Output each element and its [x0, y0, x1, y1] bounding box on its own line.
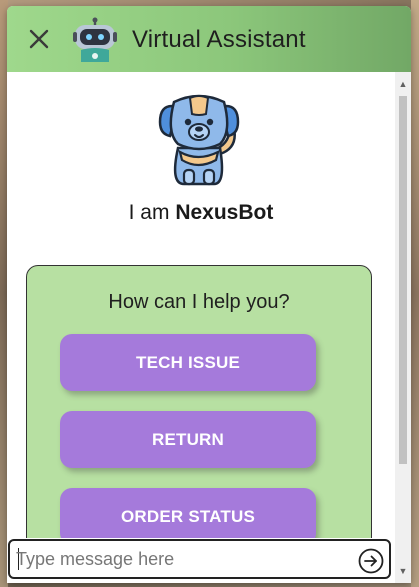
chat-header: Virtual Assistant: [7, 6, 411, 72]
scroll-up-arrow-icon[interactable]: ▲: [395, 76, 411, 92]
order-status-button[interactable]: ORDER STATUS: [60, 488, 316, 538]
robot-avatar-icon: [73, 17, 117, 62]
return-button[interactable]: RETURN: [60, 411, 316, 468]
chat-widget: Virtual Assistant I am NexusBot How can …: [7, 6, 411, 583]
intro-prefix: I am: [128, 201, 176, 224]
scroll-down-arrow-icon[interactable]: ▼: [395, 563, 411, 579]
close-icon[interactable]: [25, 25, 53, 53]
bot-name: NexusBot: [175, 201, 274, 224]
dog-mascot-icon: [158, 94, 240, 186]
scrollbar-thumb[interactable]: [399, 96, 407, 464]
chat-content: I am NexusBot How can I help you? TECH I…: [7, 72, 395, 538]
send-arrow-icon[interactable]: [358, 548, 384, 574]
message-input[interactable]: [16, 546, 346, 572]
chat-title: Virtual Assistant: [132, 26, 306, 53]
message-composer: [8, 539, 391, 579]
tech-issue-button[interactable]: TECH ISSUE: [60, 334, 316, 391]
background-right: [411, 0, 419, 587]
help-panel-title: How can I help you?: [108, 291, 290, 313]
scrollbar[interactable]: ▲ ▼: [395, 72, 411, 583]
bot-intro: I am NexusBot: [7, 201, 395, 225]
help-panel: How can I help you? TECH ISSUE RETURN OR…: [26, 265, 372, 538]
